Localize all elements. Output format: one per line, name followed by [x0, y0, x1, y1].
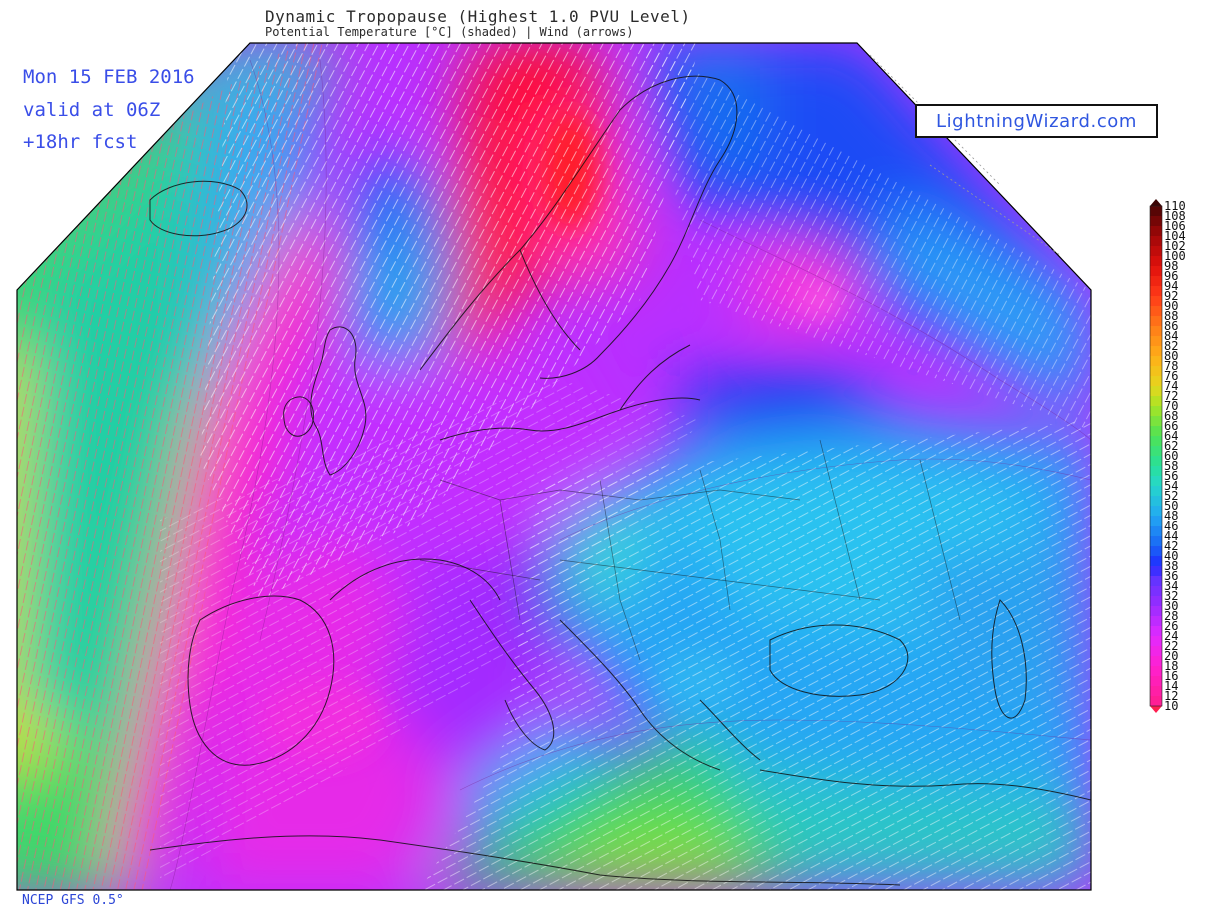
forecast-lead-time: +18hr fcst [23, 131, 138, 153]
colorbar-swatch [1150, 696, 1162, 707]
colorbar-swatch [1150, 226, 1162, 237]
colorbar-swatch [1150, 666, 1162, 677]
colorbar-swatch [1150, 346, 1162, 357]
colorbar-swatch [1150, 566, 1162, 577]
colorbar-swatch [1150, 206, 1162, 217]
colorbar-swatch [1150, 636, 1162, 647]
colorbar-swatch [1150, 416, 1162, 427]
colorbar-swatch [1150, 546, 1162, 557]
colorbar-tick-label: 10 [1164, 699, 1178, 713]
colorbar-swatch [1150, 536, 1162, 547]
colorbar-swatch [1150, 406, 1162, 417]
colorbar-swatch [1150, 246, 1162, 257]
colorbar-swatch [1150, 266, 1162, 277]
brand-label[interactable]: LightningWizard.com [915, 104, 1158, 138]
colorbar-swatch [1150, 326, 1162, 337]
colorbar-swatch [1150, 316, 1162, 327]
colorbar-swatch [1150, 336, 1162, 347]
colorbar-swatch [1150, 456, 1162, 467]
chart-title: Dynamic Tropopause (Highest 1.0 PVU Leve… [265, 7, 691, 26]
colorbar-swatch [1150, 306, 1162, 317]
colorbar-swatch [1150, 586, 1162, 597]
colorbar-max-arrow [1150, 199, 1162, 206]
forecast-valid-time: valid at 06Z [23, 99, 161, 121]
colorbar-swatch [1150, 366, 1162, 377]
colorbar-swatch [1150, 656, 1162, 667]
colorbar-swatch [1150, 216, 1162, 227]
colorbar-swatch [1150, 526, 1162, 537]
colorbar-swatch [1150, 446, 1162, 457]
colorbar-swatch [1150, 466, 1162, 477]
colorbar-swatch [1150, 516, 1162, 527]
forecast-date: Mon 15 FEB 2016 [23, 66, 195, 88]
colorbar-swatch [1150, 506, 1162, 517]
colorbar-swatch [1150, 356, 1162, 367]
colorbar-swatch [1150, 646, 1162, 657]
colorbar-min-arrow [1150, 706, 1162, 713]
colorbar-swatch [1150, 296, 1162, 307]
chart-subtitle: Potential Temperature [°C] (shaded) | Wi… [265, 25, 634, 39]
colorbar-swatch [1150, 626, 1162, 637]
colorbar-swatch [1150, 276, 1162, 287]
colorbar-swatch [1150, 606, 1162, 617]
colorbar-swatch [1150, 436, 1162, 447]
colorbar-swatch [1150, 256, 1162, 267]
colorbar-swatch [1150, 596, 1162, 607]
colorbar-swatch [1150, 426, 1162, 437]
colorbar-swatch [1150, 486, 1162, 497]
colorbar-swatch [1150, 556, 1162, 567]
model-label: NCEP GFS 0.5° [22, 893, 124, 908]
colorbar: 1101081061041021009896949290888684828078… [1149, 199, 1186, 713]
colorbar-swatch [1150, 236, 1162, 247]
colorbar-swatch [1150, 476, 1162, 487]
colorbar-swatch [1150, 286, 1162, 297]
colorbar-swatch [1150, 676, 1162, 687]
colorbar-swatch [1150, 396, 1162, 407]
colorbar-swatch [1150, 386, 1162, 397]
colorbar-swatch [1150, 686, 1162, 697]
colorbar-swatch [1150, 576, 1162, 587]
colorbar-swatch [1150, 376, 1162, 387]
colorbar-swatch [1150, 616, 1162, 627]
colorbar-swatch [1150, 496, 1162, 507]
